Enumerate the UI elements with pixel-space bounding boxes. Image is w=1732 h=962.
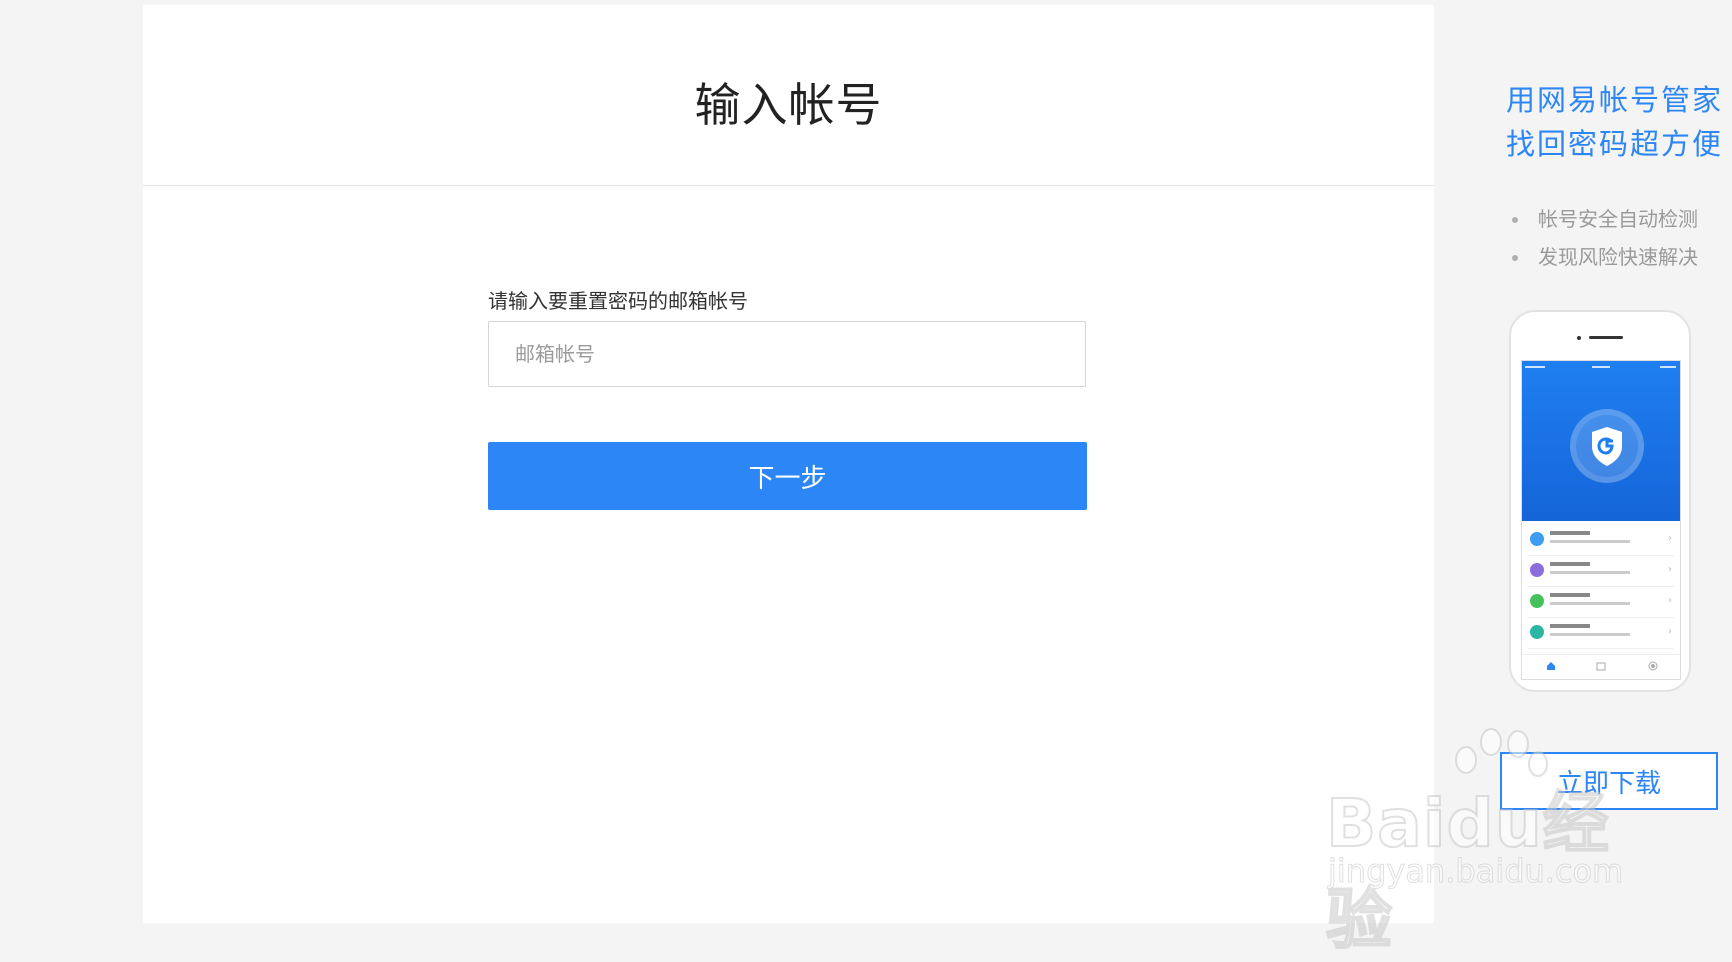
app-list-item: › [1528, 618, 1674, 649]
phone-speaker [1589, 336, 1623, 339]
chevron-right-icon: › [1668, 533, 1672, 544]
shield-g-icon [1592, 427, 1622, 466]
promo-feature-item: 帐号安全自动检测 [1512, 200, 1698, 238]
chevron-right-icon: › [1668, 626, 1672, 637]
phone-screen: › › › › [1521, 360, 1681, 680]
baidu-jingyan-watermark: Baidu经验 jingyan.baidu.com [1325, 728, 1656, 959]
promo-title-line1: 用网易帐号管家 [1506, 83, 1724, 117]
promo-title-line2: 找回密码超方便 [1506, 127, 1724, 161]
chevron-right-icon: › [1668, 595, 1672, 606]
password-safety-icon [1530, 594, 1544, 608]
next-step-button[interactable]: 下一步 [488, 442, 1087, 510]
home-icon [1547, 662, 1555, 670]
app-header [1522, 361, 1680, 521]
app-list-item: › [1528, 587, 1674, 618]
status-bar [1525, 366, 1676, 368]
main-card: 输入帐号 请输入要重置密码的邮箱帐号 下一步 [143, 5, 1434, 923]
chevron-right-icon: › [1668, 564, 1672, 575]
email-input[interactable] [488, 321, 1086, 387]
promo-feature-item: 发现风险快速解决 [1512, 238, 1698, 276]
card-header: 输入帐号 [143, 5, 1434, 186]
email-field-label: 请输入要重置密码的邮箱帐号 [488, 289, 748, 313]
watermark-url: jingyan.baidu.com [1327, 852, 1624, 891]
my-footprint-icon [1530, 625, 1544, 639]
login-protect-icon [1530, 532, 1544, 546]
app-list-item: › [1528, 525, 1674, 556]
promo-title: 用网易帐号管家 找回密码超方便 [1506, 78, 1732, 166]
toolbox-icon [1596, 662, 1606, 671]
app-logo-circle [1570, 409, 1644, 483]
promo-feature-list: 帐号安全自动检测 发现风险快速解决 [1512, 200, 1698, 276]
secure-phone-icon [1530, 563, 1544, 577]
signal-icon [1648, 661, 1658, 671]
left-gutter [0, 0, 143, 923]
phone-mockup-image: › › › › [1509, 310, 1691, 692]
phone-camera-dot [1577, 336, 1581, 340]
app-tabbar [1522, 654, 1680, 679]
app-list-item: › [1528, 556, 1674, 587]
page-title: 输入帐号 [694, 78, 883, 132]
